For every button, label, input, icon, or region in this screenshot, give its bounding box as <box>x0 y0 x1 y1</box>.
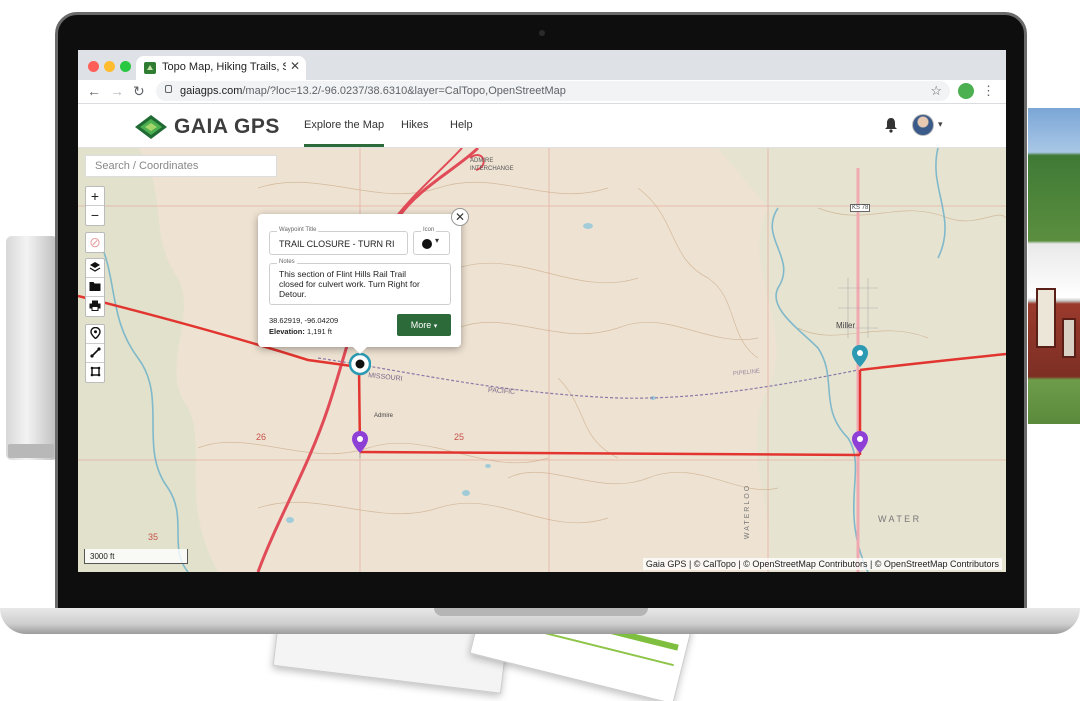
teal-waypoint-pin-icon[interactable] <box>851 344 869 368</box>
zoom-controls: + − <box>85 186 105 226</box>
map-label-section: 35 <box>148 532 159 542</box>
map-label-interchange: ADMIRE INTERCHANGE <box>470 158 514 172</box>
more-button-label: More <box>410 320 432 330</box>
tab-bar: Topo Map, Hiking Trails, Satelli ✕ <box>78 50 1006 80</box>
purple-waypoint-pin-icon[interactable] <box>351 430 369 454</box>
selected-icon-dot-icon <box>422 239 432 249</box>
product-scene: Topo Map, Hiking Trails, Satelli ✕ ← → ↻… <box>0 0 1080 701</box>
map-label-waterloo: WATERLOO <box>744 483 752 540</box>
user-avatar[interactable] <box>912 114 934 136</box>
url-text: gaiagps.com/map/?loc=13.2/-96.0237/38.63… <box>180 85 566 97</box>
extension-icon[interactable] <box>958 83 974 99</box>
address-bar[interactable]: gaiagps.com/map/?loc=13.2/-96.0237/38.63… <box>156 81 950 101</box>
browser-window: Topo Map, Hiking Trails, Satelli ✕ ← → ↻… <box>78 50 1006 572</box>
waypoint-popup: ✕ Waypoint Title TRAIL CLOSURE - TURN RI… <box>258 208 469 354</box>
brand-name[interactable]: GAIA GPS <box>174 115 280 139</box>
menu-kebab-icon[interactable]: ⋮ <box>982 83 995 99</box>
close-window-button[interactable] <box>88 61 99 72</box>
bookmark-star-icon[interactable]: ☆ <box>930 83 942 99</box>
nav-help[interactable]: Help <box>450 119 473 131</box>
back-arrow-icon[interactable]: ← <box>87 83 101 99</box>
tablet-stand <box>8 444 54 458</box>
draw-area-icon[interactable] <box>86 363 104 382</box>
notes-line: Detour. <box>279 289 307 299</box>
laptop-notch <box>434 608 648 616</box>
compass-icon[interactable]: ⊘ <box>86 233 104 252</box>
browser-toolbar: ← → ↻ gaiagps.com/map/?loc=13.2/-96.0237… <box>78 80 1006 104</box>
purple-waypoint-pin-icon[interactable] <box>851 430 869 454</box>
house-window <box>1062 318 1076 358</box>
nav-hikes[interactable]: Hikes <box>401 119 429 131</box>
map-label-section: 26 <box>256 432 267 442</box>
topo-map[interactable]: ADMIRE INTERCHANGE MISSOURI PACIFIC PIPE… <box>78 148 1006 572</box>
map-attribution[interactable]: Gaia GPS | © CalTopo | © OpenStreetMap C… <box>642 558 1002 570</box>
elevation-label: Elevation: <box>269 327 305 336</box>
app-header: GAIA GPS Explore the Map Hikes Help ▾ <box>78 104 1006 148</box>
waypoint-icon-select[interactable]: Icon ▾ <box>413 227 450 255</box>
notes-label: Notes <box>277 259 297 265</box>
draw-route-icon[interactable] <box>86 344 104 363</box>
waypoint-title-label: Waypoint Title <box>277 227 319 233</box>
chevron-down-icon: ▾ <box>433 323 438 330</box>
more-button[interactable]: More ▾ <box>397 314 451 336</box>
search-input[interactable]: Search / Coordinates <box>85 155 277 177</box>
waypoint-title-field[interactable]: Waypoint Title TRAIL CLOSURE - TURN RI <box>269 227 408 255</box>
print-icon[interactable] <box>86 297 104 316</box>
laptop-camera <box>539 30 545 36</box>
nav-explore-the-map[interactable]: Explore the Map <box>304 119 385 147</box>
close-popup-icon[interactable]: ✕ <box>451 208 469 226</box>
scale-bar: 3000 ft <box>84 549 188 564</box>
bell-icon[interactable] <box>884 117 898 133</box>
waypoint-title-value[interactable]: TRAIL CLOSURE - TURN RI <box>279 239 403 249</box>
layer-controls <box>85 258 105 317</box>
reload-icon[interactable]: ↻ <box>133 83 145 99</box>
notes-field[interactable]: Notes This section of Flint Hills Rail T… <box>269 259 451 305</box>
url-path: /map/?loc=13.2/-96.0237/38.6310&layer=Ca… <box>242 85 566 97</box>
forward-arrow-icon[interactable]: → <box>110 83 124 99</box>
map-label-water: W A T E R <box>878 514 920 524</box>
folder-icon[interactable] <box>86 278 104 297</box>
tab-title: Topo Map, Hiking Trails, Satelli <box>162 61 286 73</box>
tablet-device <box>6 236 58 460</box>
compass-control: ⊘ <box>85 232 105 253</box>
selected-waypoint-marker[interactable] <box>349 353 371 379</box>
lock-icon <box>165 85 172 93</box>
house-window <box>1036 288 1056 348</box>
waypoint-details: 38.62919, -96.04209 Elevation: 1,191 ft <box>269 315 338 337</box>
gaia-favicon-icon <box>144 62 156 74</box>
map-label-section: 25 <box>454 432 465 442</box>
icon-label: Icon <box>421 227 437 233</box>
chevron-down-icon: ▾ <box>435 236 440 245</box>
zoom-in-button[interactable]: + <box>86 187 104 206</box>
minimize-window-button[interactable] <box>104 61 115 72</box>
notes-line: This section of Flint Hills Rail Trail <box>279 269 407 279</box>
map-label-ks78: KS 78 <box>850 204 871 212</box>
layers-icon[interactable] <box>86 259 104 278</box>
tab-close-icon[interactable]: ✕ <box>290 59 300 73</box>
add-waypoint-pin-icon[interactable] <box>86 325 104 344</box>
map-label-admire: Admire <box>374 413 394 419</box>
maximize-window-button[interactable] <box>120 61 131 72</box>
notes-line: closed for culvert work. Turn Right for <box>279 279 420 289</box>
house-photo <box>1028 108 1080 424</box>
url-host: gaiagps.com <box>180 85 243 97</box>
browser-tab[interactable]: Topo Map, Hiking Trails, Satelli ✕ <box>136 56 306 80</box>
waypoint-elevation: Elevation: 1,191 ft <box>269 326 338 337</box>
map-label-miller: Miller <box>836 321 856 330</box>
zoom-out-button[interactable]: − <box>86 206 104 225</box>
waypoint-coordinates: 38.62919, -96.04209 <box>269 316 339 325</box>
chevron-down-icon[interactable]: ▾ <box>938 119 943 130</box>
draw-controls <box>85 324 105 383</box>
elevation-value: 1,191 ft <box>306 327 332 336</box>
gaia-logo-icon[interactable] <box>134 114 168 140</box>
